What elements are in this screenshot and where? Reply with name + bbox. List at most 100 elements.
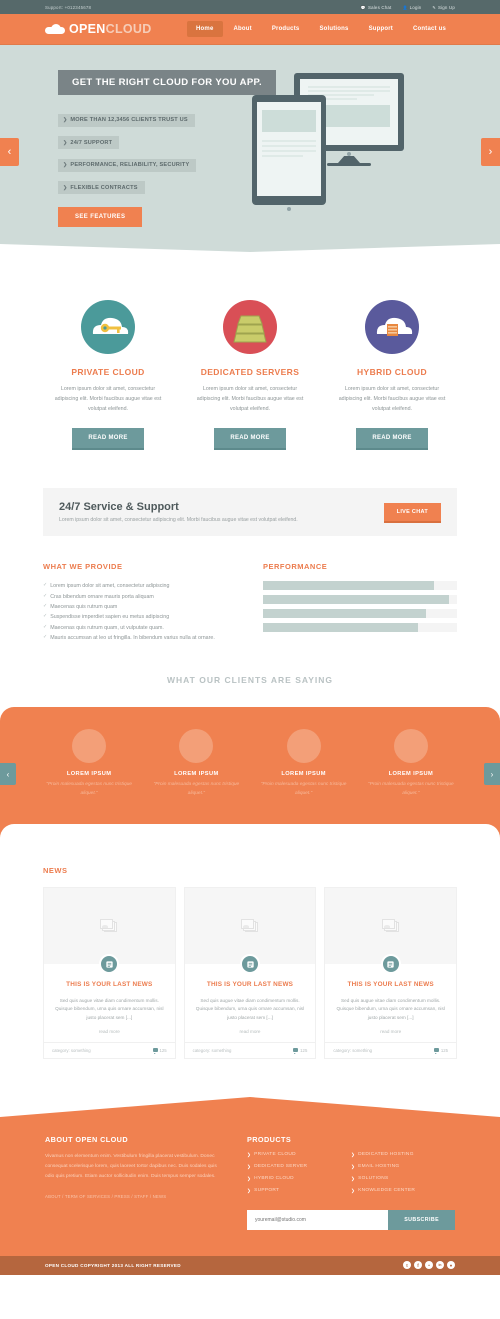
- comment-icon: [152, 1048, 158, 1054]
- list-item: ✓ Maecenas quis rutrum quam: [43, 602, 233, 612]
- provide-list: ✓ Lorem ipsum dolor sit amet, consectetur…: [43, 581, 233, 643]
- provide-item-label: Mauris accumsan at leo ut fringilla. In …: [50, 635, 215, 642]
- footer-about-links[interactable]: ABOUT / TERM OF SERVICES / PRESS / STAFF…: [45, 1194, 223, 1199]
- social-links: t f • in ●: [403, 1261, 455, 1270]
- nav-item-contact-us[interactable]: Contact us: [404, 21, 455, 37]
- service-card-dedicated-servers: DEDICATED SERVERS Lorem ipsum dolor sit …: [182, 300, 318, 449]
- main-navbar: OPENCLOUD Home About Products Solutions …: [0, 14, 500, 45]
- news-card[interactable]: THIS IS YOUR LAST NEWS Sed quis augue vi…: [324, 887, 458, 1059]
- service-title: HYBRID CLOUD: [357, 367, 427, 377]
- news-title: THIS IS YOUR LAST NEWS: [347, 981, 434, 989]
- news-category: category: something: [333, 1047, 373, 1053]
- footer-link-solutions[interactable]: ❯ SOLUTIONS: [351, 1176, 455, 1182]
- footer-link-dedicated-server[interactable]: ❯ DEDICATED SERVER: [247, 1164, 351, 1170]
- login-link[interactable]: 👤 Login: [402, 5, 421, 10]
- live-chat-button[interactable]: LIVE CHAT: [383, 503, 441, 522]
- news-title: THIS IS YOUR LAST NEWS: [206, 981, 294, 989]
- footer-link-dedicated-hosting[interactable]: ❯ DEDICATED HOSTING: [351, 1152, 455, 1158]
- comment-count-label: 125: [300, 1047, 308, 1053]
- signup-link[interactable]: ✎ Sign Up: [432, 5, 455, 10]
- chevron-right-icon: ❯: [351, 1187, 356, 1193]
- performance-bars: [263, 581, 457, 633]
- news-excerpt: Sed quis augue vitae diam condimentum mo…: [336, 997, 445, 1021]
- subscribe-form: SUBSCRIBE: [247, 1209, 455, 1230]
- progress-bar: [263, 609, 457, 619]
- testimonial-name: LOREM IPSUM: [281, 771, 326, 778]
- hero-bullet-label: MORE THAN 12,3456 CLIENTS TRUST US: [70, 117, 188, 123]
- facebook-icon[interactable]: f: [414, 1261, 422, 1270]
- footer-link-support[interactable]: ❯ SUPPORT: [247, 1188, 351, 1194]
- what-we-provide-heading: WHAT WE PROVIDE: [43, 562, 123, 572]
- news-body: THIS IS YOUR LAST NEWS Sed quis augue vi…: [185, 964, 316, 1042]
- flickr-icon[interactable]: •: [425, 1261, 433, 1270]
- news-excerpt: Sed quis augue vitae diam condimentum mo…: [55, 997, 164, 1021]
- email-field[interactable]: [247, 1209, 389, 1230]
- footer-products-heading: PRODUCTS: [247, 1134, 292, 1144]
- footer-link-hybrid-cloud[interactable]: ❯ HYBRID CLOUD: [247, 1176, 351, 1182]
- hero-bullet: ❯ FLEXIBLE CONTRACTS: [58, 181, 145, 194]
- footer-link-label: DEDICATED SERVER: [254, 1164, 308, 1170]
- service-title: DEDICATED SERVERS: [200, 367, 300, 377]
- news-top-curve: [0, 824, 500, 839]
- news-list: THIS IS YOUR LAST NEWS Sed quis augue vi…: [43, 887, 458, 1059]
- service-text: Lorem ipsum dolor sit amet, consectetur …: [338, 386, 446, 412]
- logo-text: OPENCLOUD: [69, 22, 152, 36]
- read-more-button[interactable]: READ MORE: [72, 428, 144, 449]
- nav-item-products[interactable]: Products: [263, 21, 309, 37]
- subscribe-button[interactable]: SUBSCRIBE: [388, 1209, 455, 1230]
- news-card[interactable]: THIS IS YOUR LAST NEWS Sed quis augue vi…: [183, 887, 317, 1059]
- footer-link-knowledge-center[interactable]: ❯ KNOWLEDGE CENTER: [351, 1188, 455, 1194]
- read-more-button[interactable]: READ MORE: [356, 428, 428, 449]
- server-stack-icon: [223, 300, 277, 354]
- list-item: ❯ SUPPORT: [247, 1188, 351, 1194]
- footer-link-label: DEDICATED HOSTING: [358, 1152, 414, 1158]
- sales-chat-link[interactable]: 💬 Sales Chat: [361, 5, 392, 10]
- site-logo[interactable]: OPENCLOUD: [45, 22, 152, 36]
- news-card[interactable]: THIS IS YOUR LAST NEWS Sed quis augue vi…: [43, 887, 176, 1059]
- rss-icon[interactable]: ●: [447, 1261, 455, 1270]
- linkedin-icon[interactable]: in: [436, 1261, 444, 1270]
- news-thumbnail: [325, 888, 457, 975]
- list-item: ✓ Maecenas quis rutrum quam, ut vulputate…: [43, 623, 233, 633]
- hero-bottom-wave: [0, 244, 500, 252]
- nav-item-support[interactable]: Support: [360, 21, 402, 37]
- news-meta: category: something 125: [184, 1041, 316, 1058]
- nav-item-home[interactable]: Home: [187, 21, 223, 37]
- chevron-right-icon: ❯: [351, 1175, 356, 1181]
- footer-link-private-cloud[interactable]: ❯ PRIVATE CLOUD: [247, 1152, 351, 1158]
- read-more-link[interactable]: read more: [195, 1029, 306, 1034]
- see-features-button[interactable]: SEE FEATURES: [58, 207, 143, 227]
- nav-item-solutions[interactable]: Solutions: [310, 21, 357, 37]
- hero-next-arrow[interactable]: ›: [481, 138, 500, 166]
- news-thumbnail: [184, 888, 316, 975]
- hero-bullet: ❯ MORE THAN 12,3456 CLIENTS TRUST US: [58, 113, 195, 127]
- testimonial-name: LOREM IPSUM: [388, 771, 434, 778]
- hero-prev-arrow[interactable]: ‹: [0, 138, 19, 166]
- read-more-button[interactable]: READ MORE: [214, 428, 286, 449]
- hero-bullet-label: PERFORMANCE, RELIABILITY, SECURITY: [70, 162, 190, 168]
- progress-bar: [263, 623, 457, 633]
- footer-section: ABOUT OPEN CLOUD Vivamus non elementum e…: [0, 1096, 500, 1275]
- footer-link-email-hosting[interactable]: ❯ EMAIL HOSTING: [351, 1164, 455, 1170]
- support-banner: 24/7 Service & Support Lorem ipsum dolor…: [43, 488, 457, 537]
- testimonials-next-arrow[interactable]: ›: [484, 763, 500, 786]
- news-title: THIS IS YOUR LAST NEWS: [66, 981, 153, 989]
- performance-column: PERFORMANCE: [263, 562, 457, 643]
- read-more-link[interactable]: read more: [335, 1029, 446, 1034]
- hero-bullet-list: ❯ MORE THAN 12,3456 CLIENTS TRUST US ❯ 24/…: [58, 108, 500, 198]
- chevron-right-icon: ❯: [247, 1151, 252, 1157]
- chevron-right-icon: ❯: [63, 139, 68, 146]
- footer-products-col-2: ❯ DEDICATED HOSTING ❯ EMAIL HOSTING ❯ SOLUT…: [351, 1152, 455, 1200]
- nav-item-about[interactable]: About: [225, 21, 261, 37]
- service-text: Lorem ipsum dolor sit amet, consectetur …: [196, 386, 304, 412]
- twitter-icon[interactable]: t: [403, 1261, 411, 1270]
- read-more-link[interactable]: read more: [54, 1029, 165, 1034]
- testimonials-prev-arrow[interactable]: ‹: [0, 763, 16, 786]
- news-comment-count: 125: [152, 1048, 167, 1054]
- testimonial-item: LOREM IPSUM "Proin malesuada egestas nun…: [145, 729, 247, 798]
- progress-fill: [263, 581, 434, 591]
- testimonial-quote: "Proin malesuada egestas nunc tristique …: [153, 782, 240, 796]
- testimonial-quote: "Proin malesuada egestas nunc tristique …: [46, 782, 132, 796]
- provide-item-label: Suspendisse imperdiet sapien eu metus ad…: [50, 614, 170, 621]
- testimonial-name: LOREM IPSUM: [174, 771, 219, 778]
